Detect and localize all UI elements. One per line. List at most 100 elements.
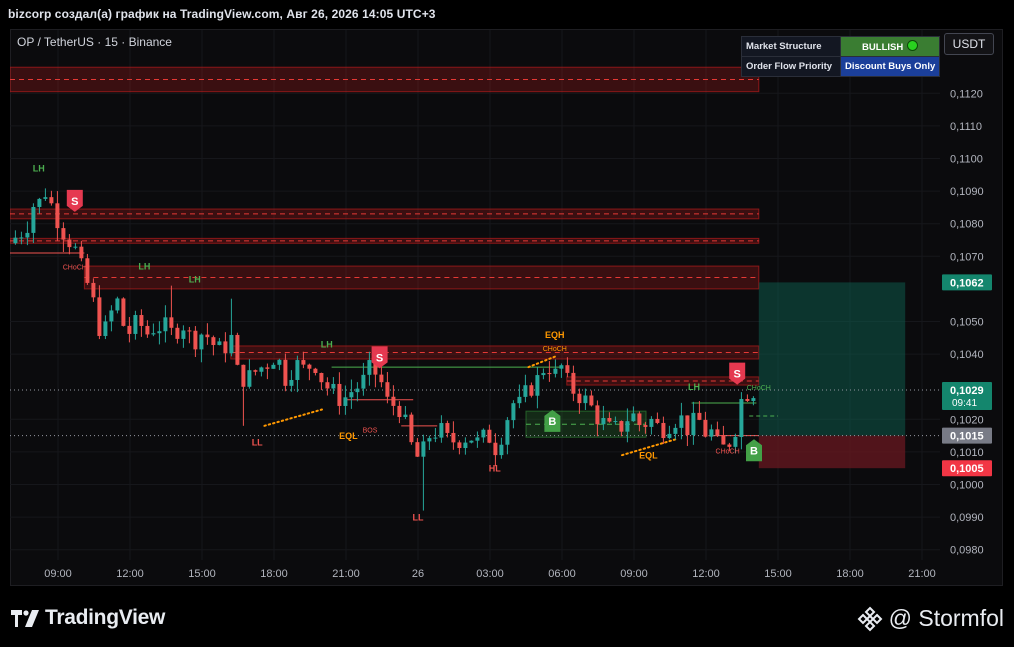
candle-body: [517, 396, 522, 404]
candle-body: [589, 395, 594, 406]
structure-label: EQH: [545, 330, 565, 340]
structure-label: HL: [489, 463, 501, 473]
market-structure-value: BULLISH: [839, 36, 941, 57]
candle-body: [391, 396, 396, 406]
candle-body: [619, 421, 624, 432]
candle-body: [91, 282, 96, 298]
candle-body: [709, 429, 714, 437]
candle-body: [703, 419, 708, 437]
candle-body: [61, 228, 66, 240]
candle-body: [151, 333, 156, 335]
candle-body: [361, 374, 366, 389]
candle-body: [727, 444, 732, 447]
candle-body: [553, 368, 558, 374]
candle-body: [643, 425, 648, 427]
candle-body: [457, 442, 462, 449]
candle-body: [43, 197, 48, 199]
candle-body: [685, 415, 690, 436]
candle-body: [235, 334, 240, 365]
price-chart[interactable]: LH LH LH LH LH LL LL HL EQL EQL EQH CHoCH CHoCH BOS CH…: [0, 0, 1014, 588]
candle-body: [199, 334, 204, 350]
time-tick-label: 18:00: [260, 568, 288, 580]
candle-body: [19, 237, 24, 239]
price-tick-label: 0,0990: [950, 512, 984, 524]
currency-button[interactable]: USDT: [944, 33, 994, 55]
candle-body: [145, 325, 150, 335]
plot-area: LH LH LH LH LH LL LL HL EQL EQL EQH CHoCH CHoCH BOS CH…: [10, 66, 940, 522]
market-structure-text: BULLISH: [862, 42, 904, 53]
time-tick-label: 18:00: [836, 568, 864, 580]
structure-label: CHoCH: [747, 385, 771, 392]
candle-body: [445, 423, 450, 433]
symbol-label[interactable]: OP / TetherUS · 15 · Binance: [17, 35, 172, 49]
candle-body: [301, 360, 306, 365]
price-tick-label: 0,1100: [950, 154, 983, 166]
price-tick-label: 0,1020: [950, 414, 984, 426]
order-flow-row: Order Flow Priority Discount Buys Only: [741, 56, 941, 77]
candle-body: [193, 330, 198, 350]
candle-body: [133, 315, 138, 334]
signal-text: S: [376, 352, 383, 364]
candle-body: [523, 385, 528, 397]
candle-body: [751, 398, 756, 401]
candle-body: [715, 429, 720, 436]
price-marker-label: 0,1015: [950, 431, 984, 443]
candle-body: [565, 365, 570, 373]
candle-body: [433, 437, 438, 439]
signal-text: B: [548, 416, 556, 428]
candle-body: [409, 414, 414, 443]
candle-body: [103, 321, 108, 336]
price-axis: 0,1120 0,1110 0,1100 0,1090 0,1080 0,1070 0,10…: [942, 88, 992, 557]
candle-body: [379, 374, 384, 383]
candle-body: [73, 246, 78, 248]
market-info-table: Market Structure BULLISH Order Flow Prio…: [741, 36, 941, 77]
candle-body: [343, 397, 348, 406]
price-tick-label: 0,1120: [950, 88, 983, 100]
candle-body: [421, 441, 426, 457]
candle-body: [595, 405, 600, 425]
tradingview-logo-icon: [11, 609, 39, 627]
time-tick-label: 21:00: [332, 568, 360, 580]
candle-body: [217, 341, 222, 346]
candle-body: [535, 375, 540, 396]
candle-body: [511, 403, 516, 421]
tradingview-wordmark: TradingView: [45, 606, 166, 629]
time-tick-label: 06:00: [548, 568, 576, 580]
candle-body: [55, 203, 60, 229]
candle-body: [241, 364, 246, 387]
order-flow-value: Discount Buys Only: [839, 56, 941, 77]
candle-body: [505, 420, 510, 445]
candle-body: [625, 421, 630, 432]
bullish-status-dot-icon: [907, 40, 919, 51]
candle-body: [397, 405, 402, 418]
candle-body: [637, 413, 642, 426]
price-tick-label: 0,1080: [950, 219, 984, 231]
candle-body: [451, 432, 456, 443]
candle-body: [205, 334, 210, 338]
time-tick-label: 15:00: [188, 568, 216, 580]
price-tick-label: 0,1070: [950, 251, 984, 263]
price-marker-label: 0,1029: [950, 385, 984, 397]
candle-body: [331, 383, 336, 389]
candle-body: [697, 412, 702, 420]
structure-label: LH: [688, 382, 700, 392]
candle-body: [187, 330, 192, 332]
candle-body: [289, 379, 294, 386]
candle-body: [691, 412, 696, 436]
signal-text: B: [750, 445, 758, 457]
candle-body: [295, 360, 300, 380]
candle-body: [313, 368, 318, 373]
position-target-box: [758, 282, 906, 436]
candle-body: [157, 331, 162, 334]
structure-label: BOS: [363, 427, 378, 434]
candle-body: [733, 437, 738, 447]
candle-body: [25, 232, 30, 238]
candle-body: [415, 442, 420, 457]
candle-body: [613, 421, 618, 423]
price-tick-label: 0,1050: [950, 317, 984, 329]
candle-body: [121, 298, 126, 326]
tradingview-brand[interactable]: TradingView: [11, 606, 165, 630]
price-tick-label: 0,1110: [950, 121, 982, 133]
structure-label: EQL: [339, 431, 358, 441]
structure-label: LH: [189, 274, 201, 284]
